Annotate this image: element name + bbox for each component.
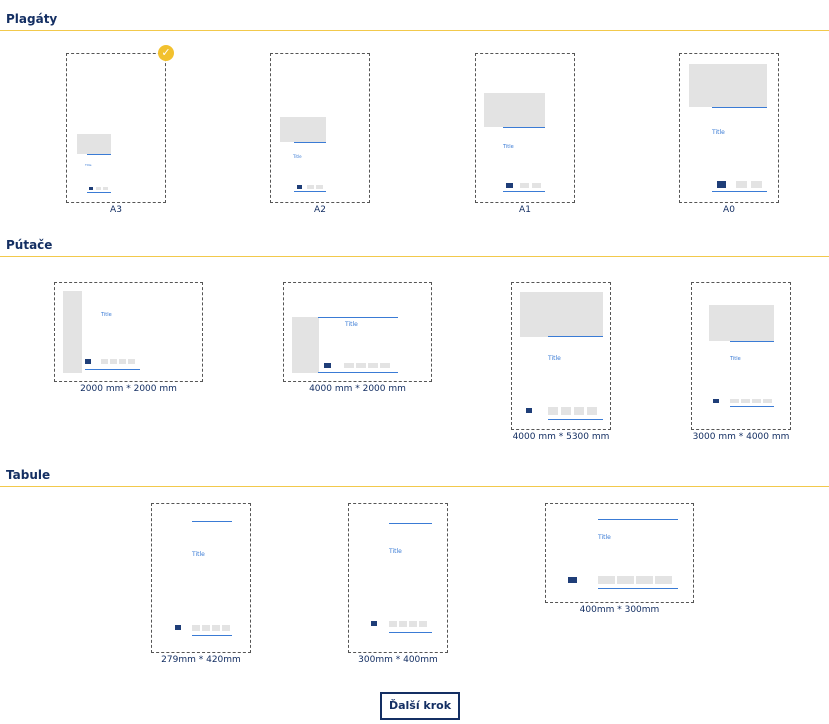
poster-label: A3 [110, 205, 122, 215]
poster-option-a1[interactable]: Title [475, 53, 575, 203]
template-title: Title [345, 321, 358, 328]
banner-label: 3000 mm * 4000 mm [692, 432, 790, 442]
check-circle-icon: ✓ [158, 45, 174, 61]
template-image-placeholder [280, 117, 326, 142]
template-image-placeholder [689, 64, 767, 107]
logo-icon [526, 408, 532, 413]
template-line [87, 154, 111, 155]
template-image-placeholder [520, 292, 603, 337]
board-label: 300mm * 400mm [358, 655, 438, 665]
next-step-button[interactable]: Ďalší krok [380, 692, 460, 720]
section-title-posters: Plagáty [6, 12, 58, 26]
logo-icon [297, 185, 302, 189]
template-title: Title [712, 129, 725, 136]
logo-icon [89, 187, 93, 190]
section-divider [0, 486, 829, 487]
poster-label: A2 [314, 205, 326, 215]
template-title: Title [293, 154, 302, 159]
logo-icon [506, 183, 513, 188]
banner-label: 2000 mm * 2000 mm [80, 384, 177, 394]
logo-icon [568, 577, 577, 583]
banner-label: 4000 mm * 5300 mm [512, 432, 610, 442]
template-image-placeholder [484, 93, 545, 127]
template-title: Title [730, 356, 741, 362]
board-label: 279mm * 420mm [161, 655, 241, 665]
template-title: Title [548, 355, 561, 362]
logo-icon [371, 621, 377, 626]
board-label: 400mm * 300mm [579, 605, 660, 615]
poster-option-a2[interactable]: Title [270, 53, 370, 203]
banner-option-3000x4000[interactable]: Title [691, 282, 791, 430]
logo-icon [713, 399, 719, 403]
template-image-placeholder [77, 134, 111, 154]
board-option-400x300[interactable]: Title [545, 503, 694, 603]
template-image-placeholder [63, 291, 82, 373]
section-title-banners: Pútače [6, 238, 53, 252]
template-title: Title [598, 534, 611, 541]
section-title-boards: Tabule [6, 468, 51, 482]
board-option-300x400[interactable]: Title [348, 503, 448, 653]
template-title: Title [101, 312, 112, 318]
template-title: Title [389, 548, 402, 555]
banner-option-2000x2000[interactable]: Title [54, 282, 203, 382]
poster-label: A1 [519, 205, 531, 215]
template-title: Title [503, 144, 514, 150]
poster-option-a0[interactable]: Title [679, 53, 779, 203]
banner-option-4000x2000[interactable]: Title [283, 282, 432, 382]
logo-icon [717, 181, 726, 188]
banner-option-4000x5300[interactable]: Title [511, 282, 611, 430]
template-image-placeholder [709, 305, 774, 341]
board-option-279x420[interactable]: Title [151, 503, 251, 653]
logo-icon [324, 363, 331, 368]
template-title: Title [192, 551, 205, 558]
template-title: Title [85, 163, 92, 167]
logo-icon [175, 625, 181, 630]
poster-option-a3[interactable]: Title [66, 53, 166, 203]
poster-label: A0 [723, 205, 735, 215]
section-divider [0, 256, 829, 257]
template-image-placeholder [292, 317, 319, 373]
section-divider [0, 30, 829, 31]
logo-icon [85, 359, 91, 364]
banner-label: 4000 mm * 2000 mm [309, 384, 406, 394]
